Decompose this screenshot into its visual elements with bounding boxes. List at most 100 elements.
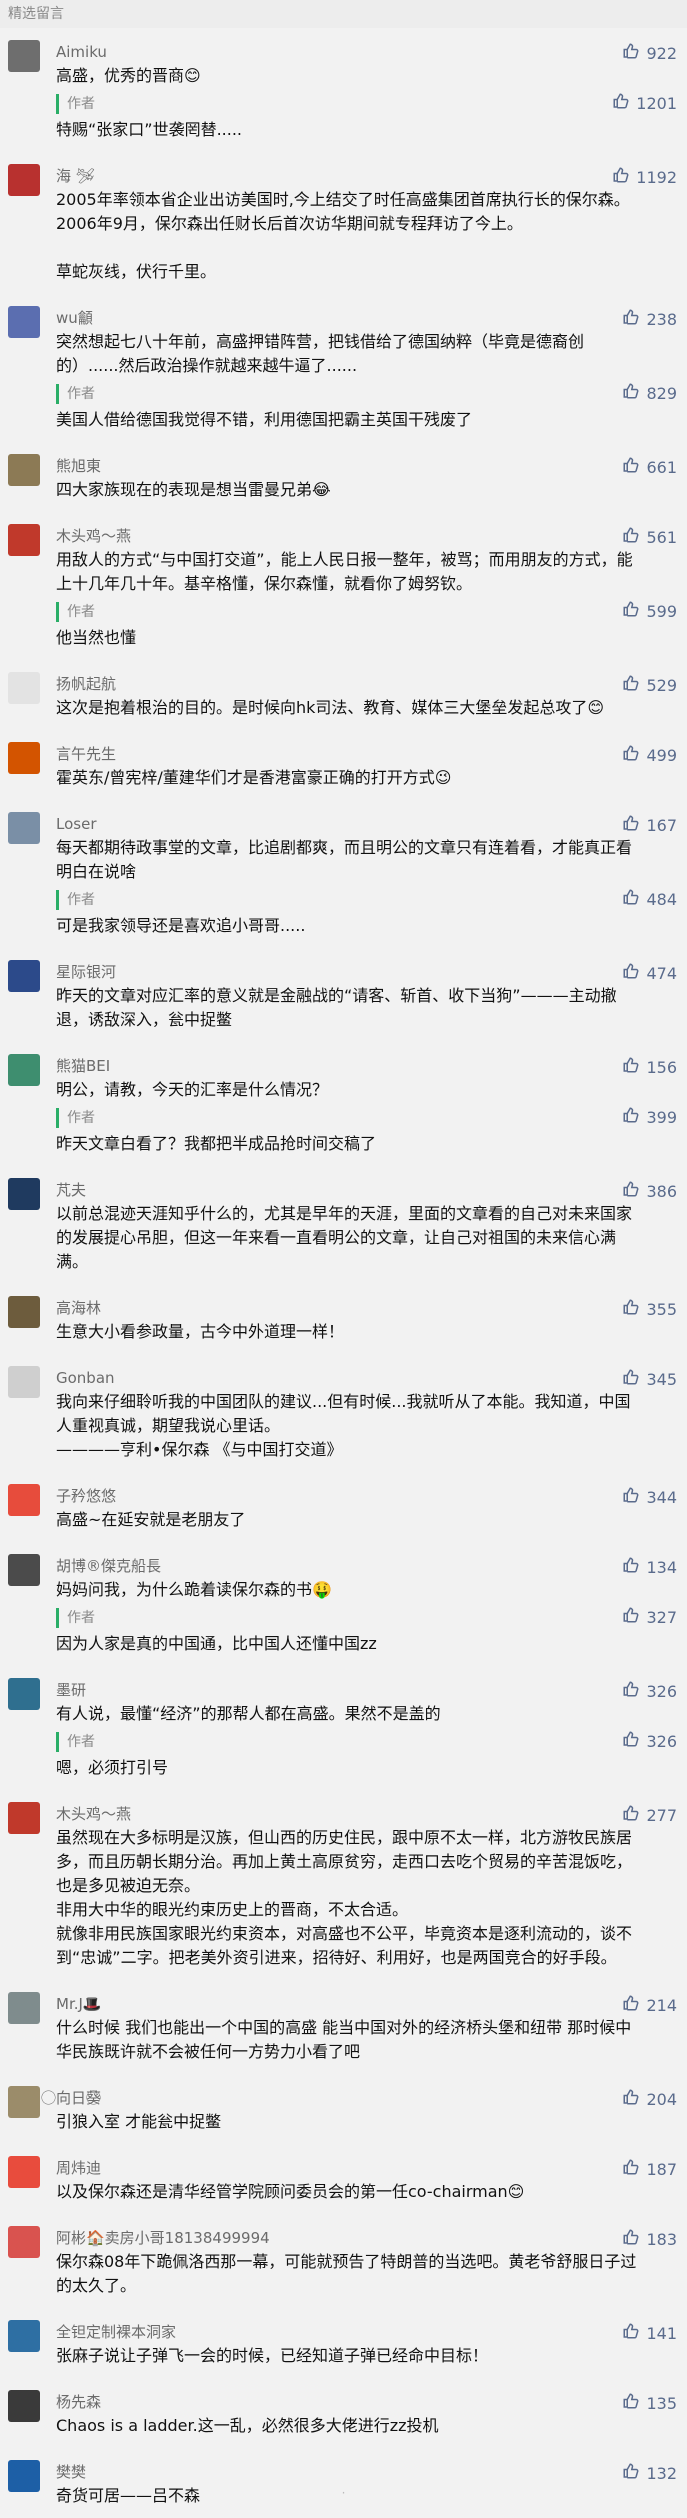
thumbs-up-icon [612,92,630,114]
like-count: 135 [646,2393,677,2413]
reply-text: 昨天文章白看了？我都把半成品抢时间交稿了 [56,1134,377,1153]
comment-item: Mr.J🎩 214 什么时候 我们也能出一个中国的高盛 能当中国对外的经济桥头堡和纽… [0,1980,687,2074]
like-button[interactable]: 355 [622,1298,677,1320]
comment-item: 扬帆起航 529 这次是抱着根治的目的。是时候向hk司法、教育、媒体三大堡垒发起总攻… [0,660,687,730]
avatar[interactable] [8,1178,40,1210]
like-count: 386 [646,1181,677,1201]
avatar[interactable] [8,40,40,72]
avatar[interactable] [8,2226,40,2258]
reply-author-label: 作者 [56,602,675,622]
like-button[interactable]: 661 [622,456,677,478]
like-button[interactable]: 474 [622,962,677,984]
comment-text: 妈妈问我，为什么跪着读保尔森的书🤑 [56,1580,332,1599]
reply-text: 美国人借给德国我觉得不错，利用德国把霸主英国干残废了 [56,410,473,429]
like-button[interactable]: 499 [622,744,677,766]
reply-like-button[interactable]: 327 [622,1606,677,1628]
comment-text: 虽然现在大多标明是汉族，但山西的历史住民，跟中原不太一样，北方游牧民族居多，而且… [56,1828,633,1967]
avatar[interactable] [8,1678,40,1710]
like-button[interactable]: 187 [622,2158,677,2180]
comment-item: Gonban 345 我向来仔细聆听我的中国团队的建议...但有时候...我就听从了… [0,1354,687,1472]
thumbs-up-icon [622,2392,640,2414]
like-button[interactable]: 277 [622,1804,677,1826]
commenter-name: 言午先生 [56,745,117,763]
avatar[interactable] [8,524,40,556]
commenter-name: Aimiku [56,43,107,61]
avatar[interactable] [8,2320,40,2352]
like-button[interactable]: 134 [622,1556,677,1578]
avatar[interactable] [8,1296,40,1328]
comment-text: 引狼入室 才能瓮中捉鳖 [56,2112,222,2131]
like-count: 214 [646,1995,677,2015]
commenter-name: wu龥 [56,309,93,327]
like-button[interactable]: 326 [622,1680,677,1702]
avatar[interactable] [8,1054,40,1086]
thumbs-up-icon [622,1680,640,1702]
reply-text: 特赐“张家口”世袭罔替..... [56,120,243,139]
reply-like-button[interactable]: 829 [622,382,677,404]
like-button[interactable]: 386 [622,1180,677,1202]
reply-like-button[interactable]: 599 [622,600,677,622]
reply-like-count: 327 [646,1607,677,1627]
like-button[interactable]: 141 [622,2322,677,2344]
like-count: 922 [646,43,677,63]
commenter-name: 扬帆起航 [56,675,117,693]
comment-item: 熊猫BEI 156 明公，请教，今天的汇率是什么情况？ 作者 399 昨天文章白看了？我都… [0,1042,687,1166]
like-button[interactable]: 345 [622,1368,677,1390]
reply-like-button[interactable]: 399 [622,1106,677,1128]
avatar[interactable] [8,454,40,486]
avatar[interactable] [8,812,40,844]
like-button[interactable]: 238 [622,308,677,330]
like-button[interactable]: 922 [622,42,677,64]
like-button[interactable]: 135 [622,2392,677,2414]
avatar[interactable] [8,2390,40,2422]
reply-author-label: 作者 [56,94,675,114]
avatar[interactable] [8,164,40,196]
reply-like-button[interactable]: 1201 [612,92,677,114]
like-button[interactable]: 561 [622,526,677,548]
like-count: 355 [646,1299,677,1319]
like-button[interactable]: 214 [622,1994,677,2016]
reply-like-button[interactable]: 326 [622,1730,677,1752]
reply-like-count: 399 [646,1107,677,1127]
avatar[interactable] [8,1484,40,1516]
comment-text: 这次是抱着根治的目的。是时候向hk司法、教育、媒体三大堡垒发起总攻了😊 [56,698,605,717]
like-button[interactable]: 167 [622,814,677,836]
like-count: 529 [646,675,677,695]
comment-list: Aimiku 922 高盛，优秀的晋商😊 作者 1201 特赐“张家口”世袭罔替.....… [0,28,687,2518]
reply-text: 可是我家领导还是喜欢追小哥哥..... [56,916,306,935]
avatar[interactable] [8,742,40,774]
commenter-name: 熊旭東 [56,457,102,475]
avatar[interactable] [8,1366,40,1398]
reply-like-button[interactable]: 484 [622,888,677,910]
like-button[interactable]: 132 [622,2462,677,2484]
thumbs-up-icon [622,674,640,696]
like-button[interactable]: 529 [622,674,677,696]
avatar[interactable] [8,1554,40,1586]
avatar[interactable] [8,1802,40,1834]
avatar[interactable] [8,672,40,704]
avatar[interactable] [8,2086,40,2118]
comment-text: 以及保尔森还是清华经管学院顾问委员会的第一任co-chairman😊 [56,2182,525,2201]
comment-item: 子矜悠悠 344 高盛~在延安就是老朋友了 [0,1472,687,1542]
like-button[interactable]: 344 [622,1486,677,1508]
reply-like-count: 829 [646,383,677,403]
like-button[interactable]: 1192 [612,166,677,188]
avatar[interactable] [8,306,40,338]
thumbs-up-icon [622,1056,640,1078]
like-button[interactable]: 156 [622,1056,677,1078]
like-button[interactable]: 204 [622,2088,677,2110]
comment-text: 用敌人的方式“与中国打交道”，能上人民日报一整年，被骂；而用朋友的方式，能上十几… [56,550,633,593]
like-count: 661 [646,457,677,477]
avatar[interactable] [8,2156,40,2188]
comment-text: 突然想起七八十年前，高盛押错阵营，把钱借给了德国纳粹（毕竟是德裔创的）.....… [56,332,585,375]
like-count: 344 [646,1487,677,1507]
avatar[interactable] [8,1992,40,2024]
commenter-name: 高海林 [56,1299,102,1317]
comment-text: 有人说，最懂“经济”的那帮人都在高盛。果然不是盖的 [56,1704,441,1723]
avatar[interactable] [8,960,40,992]
thumbs-up-icon [622,600,640,622]
author-reply: 作者 327 因为人家是真的中国通，比中国人还懂中国zz [56,1606,677,1656]
comment-text: 昨天的文章对应汇率的意义就是金融战的“请客、斩首、收下当狗”———主动撤退，诱敌… [56,986,617,1029]
comment-item: 全钽定制裸本洞家 141 张麻子说让子弹飞一会的时候，已经知道子弹已经命中目标！ [0,2308,687,2378]
like-button[interactable]: 183 [622,2228,677,2250]
